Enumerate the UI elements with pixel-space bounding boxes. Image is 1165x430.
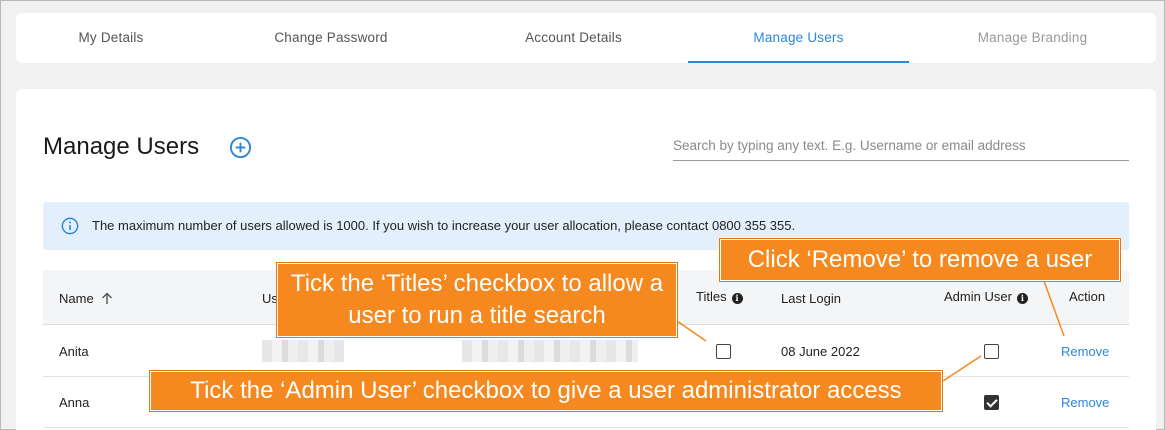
titles-callout: Tick the ‘Titles’ checkbox to allow a us… [277, 263, 677, 337]
callout-leader-lines [673, 280, 1065, 382]
admin-callout: Tick the ‘Admin User’ checkbox to give a… [150, 371, 942, 411]
remove-callout: Click ‘Remove’ to remove a user [720, 239, 1120, 281]
